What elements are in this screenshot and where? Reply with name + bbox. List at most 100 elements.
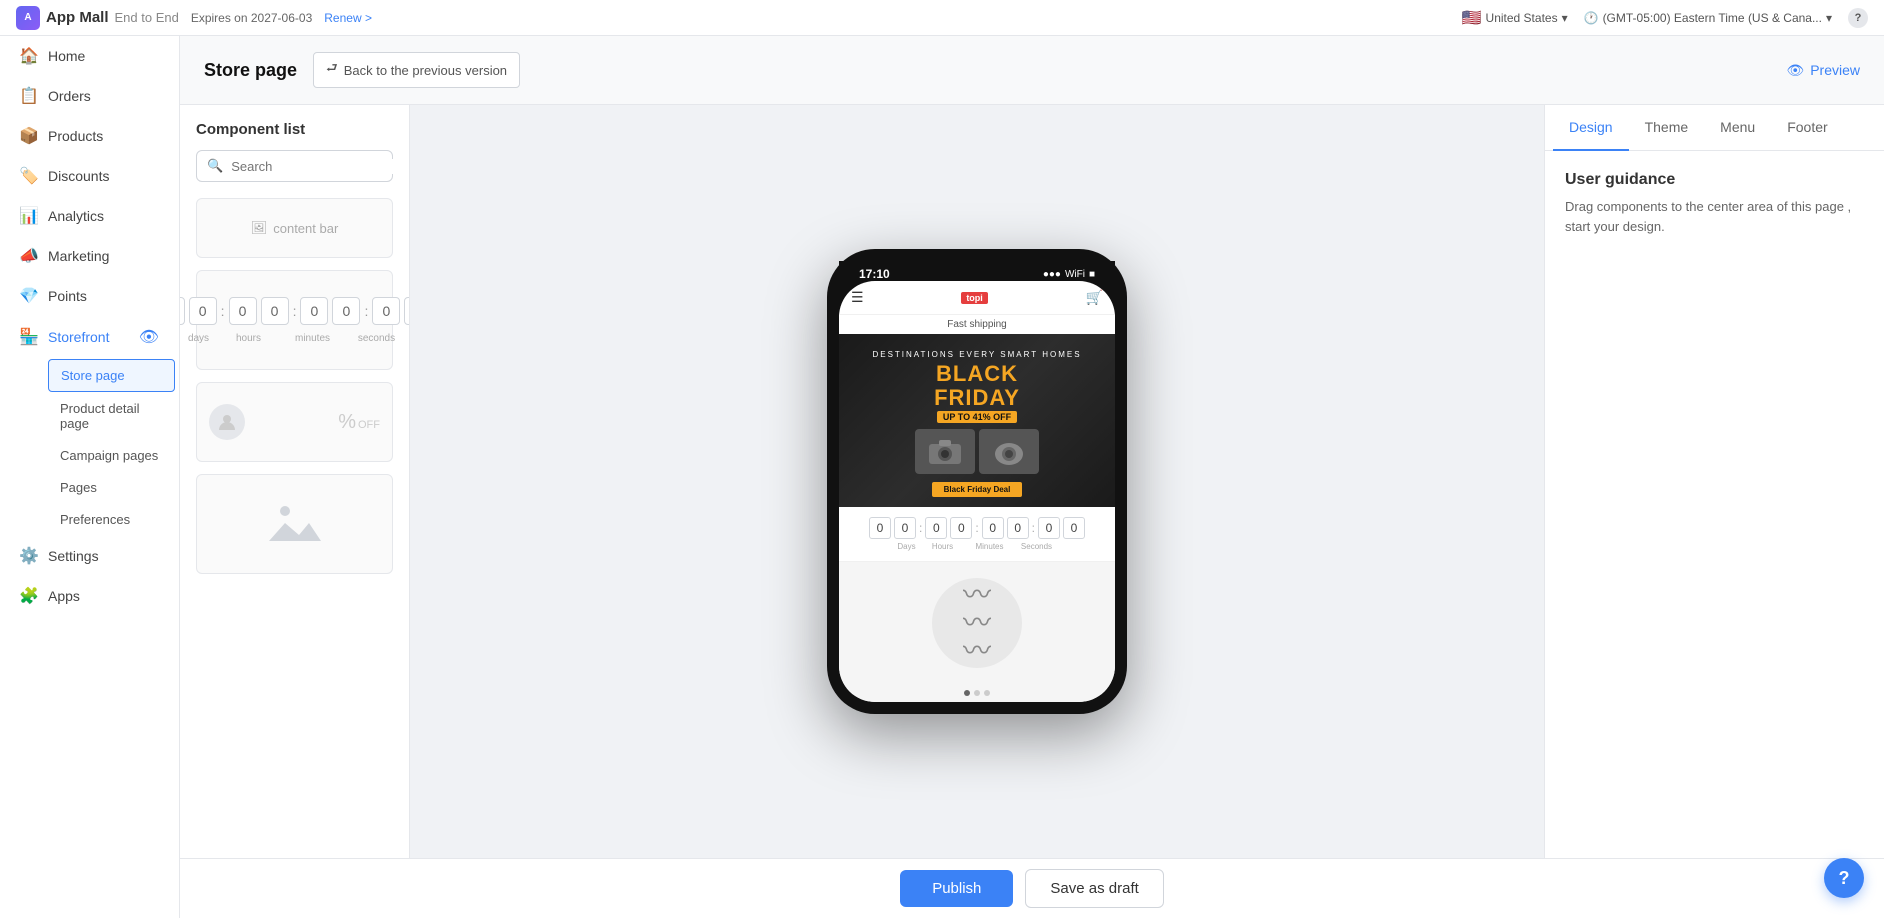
store-logo: topi <box>961 292 988 304</box>
help-fab-button[interactable]: ? <box>1824 858 1864 898</box>
component-banner[interactable] <box>196 474 393 574</box>
cd-label-days: days <box>185 333 213 344</box>
sidebar-sub-preferences[interactable]: Preferences <box>48 504 175 535</box>
pcd-d6: 0 <box>1007 517 1029 539</box>
sidebar-item-marketing[interactable]: 📣 Marketing <box>4 237 175 275</box>
search-box[interactable]: 🔍 <box>196 150 393 182</box>
sidebar-item-discounts[interactable]: 🏷️ Discounts <box>4 157 175 195</box>
sidebar-item-analytics[interactable]: 📊 Analytics <box>4 197 175 235</box>
storefront-eye-icon[interactable]: 👁 <box>139 327 159 347</box>
cd-label-seconds: seconds <box>349 333 405 344</box>
sidebar-item-settings[interactable]: ⚙️ Settings <box>4 537 175 575</box>
marketing-icon: 📣 <box>20 247 38 265</box>
dot-1 <box>964 690 970 696</box>
sidebar-sub-campaign-pages[interactable]: Campaign pages <box>48 440 175 471</box>
save-draft-button[interactable]: Save as draft <box>1025 869 1163 908</box>
component-content-bar[interactable]: 🖼 content bar <box>196 198 393 258</box>
timezone-label: (GMT-05:00) Eastern Time (US & Cana... <box>1603 11 1822 25</box>
search-input[interactable] <box>231 159 407 174</box>
sidebar-sub-pages[interactable]: Pages <box>48 472 175 503</box>
user-guidance-title: User guidance <box>1565 171 1864 189</box>
tab-theme[interactable]: Theme <box>1629 105 1705 151</box>
tab-menu[interactable]: Menu <box>1704 105 1771 151</box>
topbar: A App Mall End to End Expires on 2027-06… <box>0 0 1884 36</box>
sidebar-label-analytics: Analytics <box>48 208 104 224</box>
phone-announcement: Fast shipping <box>839 315 1115 334</box>
discount-badge-area: % OFF <box>338 411 380 434</box>
sidebar-sub-store-page[interactable]: Store page <box>48 359 175 392</box>
sidebar-item-products[interactable]: 📦 Products <box>4 117 175 155</box>
app-logo: A App Mall End to End <box>16 6 179 30</box>
cart-icon: 🛒 <box>1086 289 1103 306</box>
wavy-circle: 〰〰〰 <box>932 578 1022 668</box>
country-selector[interactable]: 🇺🇸 United States ▾ <box>1462 8 1568 28</box>
pcd-d1: 0 <box>869 517 891 539</box>
battery-icon: ■ <box>1089 269 1095 280</box>
country-name: United States <box>1486 11 1558 25</box>
product-detail-label: Product detail page <box>60 401 140 431</box>
image-icon: 🖼 <box>251 220 268 236</box>
banner-placeholder <box>265 493 325 556</box>
publish-button[interactable]: Publish <box>900 870 1013 907</box>
sidebar-sub-product-detail[interactable]: Product detail page <box>48 393 175 439</box>
pcd-sep3: : <box>1032 521 1035 535</box>
preferences-label: Preferences <box>60 512 130 527</box>
sidebar-label-products: Products <box>48 128 103 144</box>
sidebar-label-points: Points <box>48 288 87 304</box>
sidebar-label-settings: Settings <box>48 548 99 564</box>
logo-icon: A <box>16 6 40 30</box>
phone-mockup: 17:10 ●●● WiFi ■ ☰ topi 🛒 <box>827 249 1127 714</box>
phone-time: 17:10 <box>859 267 890 281</box>
home-icon: 🏠 <box>20 47 38 65</box>
preview-button[interactable]: 👁 Preview <box>1786 62 1860 79</box>
app-name: App Mall <box>46 9 109 26</box>
right-tabs: Design Theme Menu Footer <box>1545 105 1884 151</box>
bf-discount-badge: UP TO 41% OFF <box>937 411 1017 423</box>
phone-countdown-section: 0 0 : 0 0 : 0 0 : 0 0 <box>839 507 1115 562</box>
tab-footer[interactable]: Footer <box>1771 105 1843 151</box>
right-panel: Design Theme Menu Footer User guidance D… <box>1544 105 1884 858</box>
phone-dots <box>839 684 1115 702</box>
countdown-digits-row: 0 0 : 0 0 : 0 0 : 0 0 <box>180 297 410 325</box>
phone-banner: DESTINATIONS EVERY SMART HOMES BLACK FRI… <box>839 334 1115 507</box>
pcd-label-days: Days <box>896 542 918 551</box>
pages-label: Pages <box>60 480 97 495</box>
sidebar-item-home[interactable]: 🏠 Home <box>4 37 175 75</box>
orders-icon: 📋 <box>20 87 38 105</box>
sidebar-label-apps: Apps <box>48 588 80 604</box>
sidebar-item-points[interactable]: 💎 Points <box>4 277 175 315</box>
main-layout: 🏠 Home 📋 Orders 📦 Products 🏷️ Discounts … <box>0 36 1884 918</box>
black-friday-title2: FRIDAY <box>934 387 1020 409</box>
cd-label-hours: hours <box>221 333 277 344</box>
sidebar-item-apps[interactable]: 🧩 Apps <box>4 577 175 615</box>
back-button[interactable]: ⮐ Back to the previous version <box>313 52 520 88</box>
component-countdown[interactable]: 0 0 : 0 0 : 0 0 : 0 0 days hours <box>196 270 393 370</box>
help-icon[interactable]: ? <box>1848 8 1868 28</box>
bf-subtitle-top: DESTINATIONS EVERY SMART HOMES <box>872 350 1081 359</box>
cd-d4: 0 <box>261 297 289 325</box>
products-icon: 📦 <box>20 127 38 145</box>
sidebar-item-orders[interactable]: 📋 Orders <box>4 77 175 115</box>
pcd-d2: 0 <box>894 517 916 539</box>
bottom-bar: Publish Save as draft <box>180 858 1884 918</box>
sidebar-item-storefront[interactable]: 🏪 Storefront 👁 <box>4 317 175 357</box>
cd-d3: 0 <box>229 297 257 325</box>
component-panel: Component list 🔍 🖼 content bar 0 0 : <box>180 105 410 858</box>
discount-avatar-icon <box>209 404 245 440</box>
campaign-pages-label: Campaign pages <box>60 448 158 463</box>
hamburger-icon: ☰ <box>851 289 864 306</box>
pcd-d7: 0 <box>1038 517 1060 539</box>
pcd-sep2: : <box>975 521 978 535</box>
pcd-d5: 0 <box>982 517 1004 539</box>
tab-design[interactable]: Design <box>1553 105 1629 151</box>
timezone-selector[interactable]: 🕐 (GMT-05:00) Eastern Time (US & Cana...… <box>1584 11 1832 25</box>
apps-icon: 🧩 <box>20 587 38 605</box>
user-guidance-text: Drag components to the center area of th… <box>1565 197 1864 236</box>
content-bar-label: content bar <box>273 221 338 236</box>
discounts-icon: 🏷️ <box>20 167 38 185</box>
signal-icon: ●●● <box>1043 269 1061 280</box>
component-discount[interactable]: % OFF <box>196 382 393 462</box>
renew-link[interactable]: Renew > <box>324 11 372 25</box>
phone-cd-row: 0 0 : 0 0 : 0 0 : 0 0 <box>851 517 1103 539</box>
timezone-chevron-icon: ▾ <box>1826 11 1832 25</box>
